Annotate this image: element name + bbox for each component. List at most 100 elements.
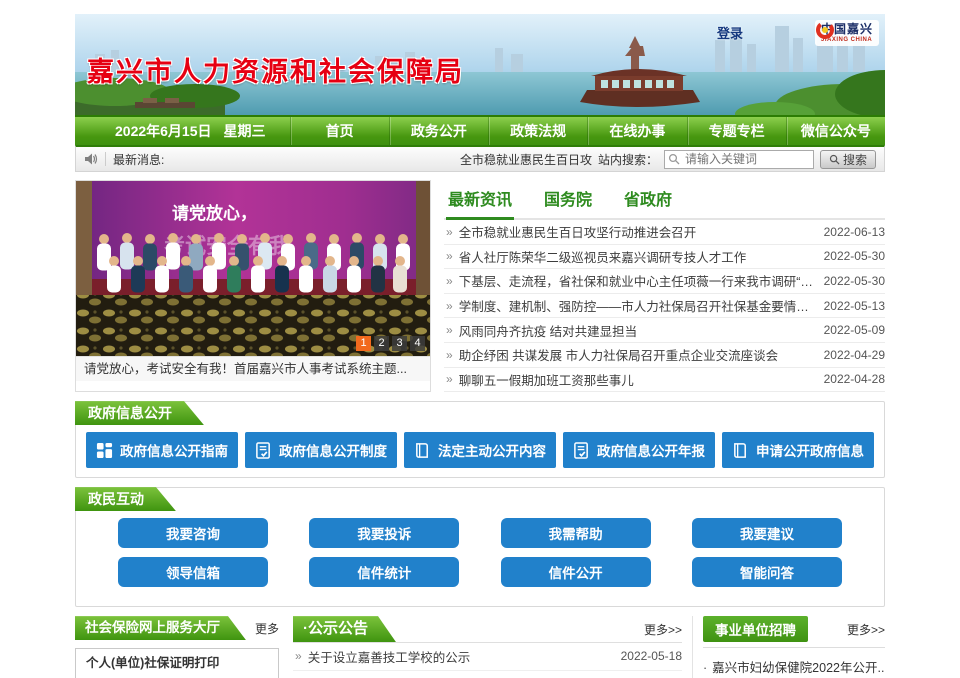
- arrow-icon: »: [446, 249, 453, 263]
- news-item[interactable]: » 聊聊五一假期加班工资那些事儿 2022-04-28: [444, 368, 885, 393]
- news-date: 2022-06-13: [814, 225, 885, 239]
- section-title-recruitment: 事业单位招聘: [703, 616, 808, 642]
- arrow-icon: »: [446, 372, 453, 386]
- btn-letter-stats[interactable]: 信件统计: [309, 557, 459, 587]
- search-input[interactable]: [664, 150, 814, 169]
- site-title: 嘉兴市人力资源和社会保障局: [87, 50, 464, 89]
- announcements-column: ·公示公告 更多>> » 关于设立嘉善技工学校的公示 2022-05-18 » …: [289, 616, 693, 678]
- slideshow-pagination: 1 2 3 4: [356, 336, 425, 351]
- hot-search-link[interactable]: 全市稳就业惠民生百日攻: [460, 151, 592, 168]
- tab-state-council[interactable]: 国务院: [542, 182, 594, 218]
- news-item[interactable]: » 下基层、走流程，省社保和就业中心主任项薇一行来我市调研“国统”上线情况 20…: [444, 269, 885, 294]
- arrow-icon: »: [295, 649, 302, 663]
- main-nav: 2022年6月15日 星期三 首页 政务公开 政策法规 在线办事 专题专栏 微信…: [75, 115, 885, 145]
- nav-item-policies[interactable]: 政策法规: [488, 117, 587, 145]
- btn-disclosure-guide[interactable]: 政府信息公开指南: [86, 432, 238, 468]
- date-text: 2022年6月15日: [115, 121, 212, 141]
- page-2[interactable]: 2: [374, 336, 389, 351]
- recruitment-item[interactable]: · 嘉兴市妇幼保健院2022年公开...: [703, 657, 885, 676]
- jiaxing-swirl-icon: [815, 20, 835, 40]
- btn-disclosure-system[interactable]: 政府信息公开制度: [245, 432, 397, 468]
- news-item[interactable]: » 助企纾困 共谋发展 市人力社保局召开重点企业交流座谈会 2022-04-29: [444, 343, 885, 368]
- btn-need-help[interactable]: 我需帮助: [501, 518, 651, 548]
- btn-consult[interactable]: 我要咨询: [118, 518, 268, 548]
- arrow-icon: »: [446, 299, 453, 313]
- tab-provincial-gov[interactable]: 省政府: [622, 182, 674, 218]
- more-link-announcements[interactable]: 更多>>: [644, 621, 682, 638]
- news-item[interactable]: » 学制度、建机制、强防控——市人力社保局召开社保基金要情专题学习会 2022-…: [444, 294, 885, 319]
- news-date: 2022-04-29: [814, 348, 885, 362]
- stage-banner-line1: 请党放心，: [172, 203, 257, 223]
- grid-icon: [96, 442, 113, 459]
- svc-item-proof-print[interactable]: 个人(单位)社保证明打印: [75, 648, 279, 678]
- btn-leader-mailbox[interactable]: 领导信箱: [118, 557, 268, 587]
- slide-photo[interactable]: 请党放心， 考试安全有我: [76, 181, 430, 356]
- slide-caption[interactable]: 请党放心，考试安全有我！首届嘉兴市人事考试系统主题...: [76, 356, 430, 381]
- jiaxing-logo[interactable]: 中国嘉兴 JIAXING CHINA: [815, 20, 879, 46]
- announcement-item[interactable]: » 关于设立嘉善技工学校的公示 2022-05-18: [293, 643, 682, 671]
- arrow-icon: »: [446, 274, 453, 288]
- news-date: 2022-05-13: [814, 299, 885, 313]
- btn-complain[interactable]: 我要投诉: [309, 518, 459, 548]
- btn-smart-qa[interactable]: 智能问答: [692, 557, 842, 587]
- news-list: » 全市稳就业惠民生百日攻坚行动推进会召开 2022-06-13 » 省人社厅陈…: [444, 220, 885, 392]
- announcement-item[interactable]: » 关于公布嘉兴市人力资源和社会保障局2022年度重大行政决策事... 2022…: [293, 671, 682, 678]
- btn-letter-disclosure[interactable]: 信件公开: [501, 557, 651, 587]
- section-title-announcements: ·公示公告: [293, 616, 396, 642]
- search-icon: [829, 154, 840, 165]
- page-container: 嘉兴市人力资源和社会保障局 登录 中国嘉兴 JIAXING CHINA 2022…: [75, 14, 885, 678]
- recruitment-column: 事业单位招聘 更多>> · 嘉兴市妇幼保健院2022年公开... · 2022年…: [703, 616, 885, 678]
- latest-news-label: 最新消息:: [113, 151, 164, 168]
- nav-item-online-services[interactable]: 在线办事: [587, 117, 686, 145]
- arrow-icon: »: [446, 323, 453, 337]
- btn-suggest[interactable]: 我要建议: [692, 518, 842, 548]
- info-disclosure-section: 政府信息公开 政府信息公开指南 政府信息公开制度: [75, 401, 885, 478]
- news-date: 2022-05-09: [814, 323, 885, 337]
- nav-date: 2022年6月15日 星期三: [75, 117, 290, 145]
- btn-request-disclosure[interactable]: 申请公开政府信息: [722, 432, 874, 468]
- search-icon: [668, 153, 680, 165]
- nav-item-home[interactable]: 首页: [290, 117, 389, 145]
- page-4[interactable]: 4: [410, 336, 425, 351]
- more-link-social-insurance[interactable]: 更多: [255, 620, 279, 637]
- tab-latest-news[interactable]: 最新资讯: [446, 182, 514, 220]
- ticker-bar: 最新消息: 全市稳就业惠民生百日攻 站内搜索： 搜索: [75, 145, 885, 172]
- news-item[interactable]: » 全市稳就业惠民生百日攻坚行动推进会召开 2022-06-13: [444, 220, 885, 245]
- page-1[interactable]: 1: [356, 336, 371, 351]
- section-title-info-disclosure: 政府信息公开: [75, 401, 204, 425]
- news-date: 2022-04-28: [814, 372, 885, 386]
- arrow-icon: »: [446, 225, 453, 239]
- photo-slideshow: 请党放心， 考试安全有我: [75, 180, 431, 392]
- boat: [580, 69, 700, 107]
- book-icon: [732, 442, 749, 459]
- header-banner: 嘉兴市人力资源和社会保障局 登录 中国嘉兴 JIAXING CHINA: [75, 14, 885, 115]
- news-item[interactable]: » 风雨同舟齐抗疫 结对共建显担当 2022-05-09: [444, 318, 885, 343]
- btn-annual-report[interactable]: 政府信息公开年报: [563, 432, 715, 468]
- news-date: 2022-05-30: [814, 249, 885, 263]
- news-item[interactable]: » 省人社厅陈荣华二级巡视员来嘉兴调研专技人才工作 2022-05-30: [444, 245, 885, 270]
- announcement-date: 2022-05-18: [611, 649, 682, 663]
- btn-proactive-disclosure[interactable]: 法定主动公开内容: [404, 432, 556, 468]
- more-link-recruitment[interactable]: 更多>>: [847, 621, 885, 638]
- social-insurance-column: 社会保险网上服务大厅 更多 个人(单位)社保证明打印 办事指南: [75, 616, 279, 678]
- search-button[interactable]: 搜索: [820, 150, 876, 169]
- bottom-row: 社会保险网上服务大厅 更多 个人(单位)社保证明打印 办事指南 ·公示公告 更多…: [75, 616, 885, 678]
- news-panel: 最新资讯 国务院 省政府 » 全市稳就业惠民生百日攻坚行动推进会召开 2022-…: [444, 180, 885, 392]
- section-title-social-insurance: 社会保险网上服务大厅: [75, 616, 246, 640]
- book-icon: [414, 442, 431, 459]
- news-tabs: 最新资讯 国务院 省政府: [444, 180, 885, 220]
- doc-check-icon: [573, 442, 590, 459]
- nav-item-wechat[interactable]: 微信公众号: [786, 117, 885, 145]
- arrow-icon: »: [446, 348, 453, 362]
- interaction-section: 政民互动 我要咨询 我要投诉 我需帮助 我要建议 领导信箱 信件统计 信件公开 …: [75, 487, 885, 607]
- speaker-icon: [84, 152, 98, 166]
- nav-item-gov-affairs[interactable]: 政务公开: [389, 117, 488, 145]
- bullet-icon: ·: [703, 661, 707, 675]
- doc-check-icon: [255, 442, 272, 459]
- nav-item-special-topics[interactable]: 专题专栏: [687, 117, 786, 145]
- login-link[interactable]: 登录: [717, 23, 743, 42]
- site-search-label: 站内搜索：: [598, 151, 658, 168]
- weekday-text: 星期三: [224, 121, 266, 141]
- page-3[interactable]: 3: [392, 336, 407, 351]
- news-date: 2022-05-30: [814, 274, 885, 288]
